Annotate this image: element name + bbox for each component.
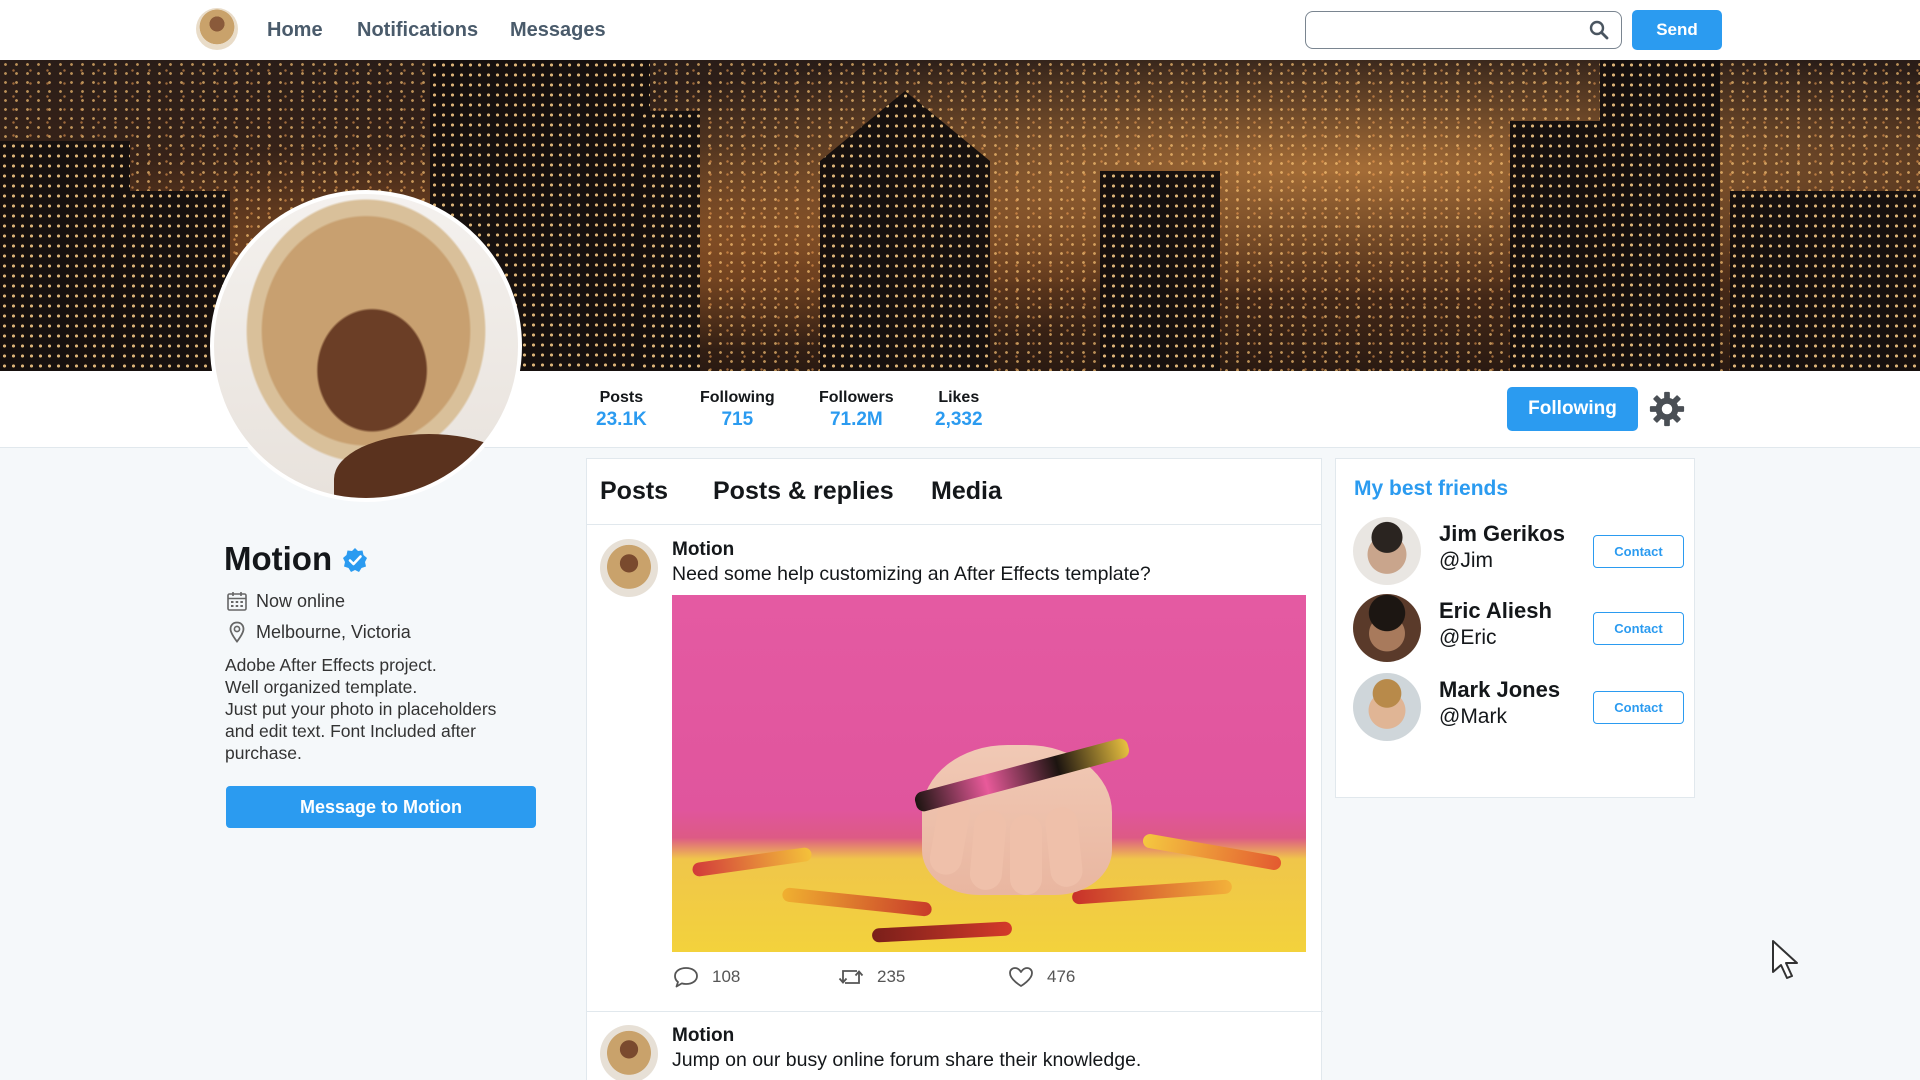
post-avatar[interactable] (600, 1025, 658, 1080)
post-text: Jump on our busy online forum share thei… (672, 1049, 1142, 1071)
nav-link-notifications[interactable]: Notifications (357, 19, 478, 42)
friend-handle: @Eric (1439, 626, 1497, 649)
heart-icon (1009, 967, 1033, 987)
feed-tabs: Posts Posts & replies Media (587, 459, 1321, 525)
friend-name[interactable]: Mark Jones (1439, 677, 1560, 703)
following-button[interactable]: Following (1507, 387, 1638, 431)
tab-posts-replies[interactable]: Posts & replies (713, 477, 894, 506)
stat-followers[interactable]: Followers 71.2M (819, 389, 894, 431)
contact-button[interactable]: Contact (1593, 612, 1684, 645)
friends-title: My best friends (1354, 477, 1509, 500)
post: Motion Jump on our busy online forum sha… (587, 1011, 1323, 1080)
post-image[interactable] (672, 595, 1306, 952)
like-action[interactable]: 476 (1007, 965, 1075, 989)
friend-item: Jim Gerikos @Jim Contact (1353, 517, 1684, 587)
contact-button[interactable]: Contact (1593, 691, 1684, 724)
profile-photo[interactable] (210, 190, 522, 502)
friend-avatar[interactable] (1353, 517, 1421, 585)
post-text: Need some help customizing an After Effe… (672, 563, 1151, 585)
nav-link-messages[interactable]: Messages (510, 19, 606, 42)
contact-button[interactable]: Contact (1593, 535, 1684, 568)
gummy-worm (1071, 879, 1233, 905)
friend-avatar[interactable] (1353, 673, 1421, 741)
repost-action[interactable]: 235 (837, 965, 905, 989)
message-button[interactable]: Message to Motion (226, 786, 536, 828)
gummy-worm (781, 887, 933, 917)
nav-link-home[interactable]: Home (267, 19, 323, 42)
send-button[interactable]: Send (1632, 10, 1722, 50)
search-input[interactable] (1316, 18, 1576, 42)
building (640, 111, 700, 371)
calendar-icon (227, 592, 247, 611)
friend-avatar[interactable] (1353, 594, 1421, 662)
friend-name[interactable]: Jim Gerikos (1439, 521, 1565, 547)
building (0, 141, 130, 371)
post-author[interactable]: Motion (672, 539, 734, 561)
like-count: 476 (1047, 967, 1076, 986)
comment-count: 108 (712, 967, 741, 986)
comment-icon (674, 967, 698, 988)
mouse-cursor-icon (1772, 940, 1798, 979)
stat-label: Followers (819, 389, 894, 406)
gear-icon[interactable] (1648, 390, 1686, 428)
gummy-worm (871, 921, 1013, 943)
stat-label: Posts (599, 389, 644, 406)
friend-handle: @Jim (1439, 549, 1493, 572)
search-box[interactable] (1305, 11, 1622, 49)
stat-value: 2,332 (935, 409, 983, 430)
repost-count: 235 (877, 967, 906, 986)
profile-name: Motion (224, 540, 333, 577)
friend-handle: @Mark (1439, 705, 1507, 728)
stat-value: 71.2M (829, 409, 883, 430)
best-friends-panel: My best friends Jim Gerikos @Jim Contact… (1335, 458, 1695, 798)
stat-label: Following (700, 389, 775, 406)
status-text: Now online (256, 590, 346, 611)
stat-value: 715 (721, 409, 754, 430)
tab-posts[interactable]: Posts (600, 477, 668, 506)
gummy-worm (691, 846, 813, 878)
verified-badge-icon (343, 548, 367, 572)
stat-value: 23.1K (596, 409, 647, 430)
search-icon[interactable] (1589, 20, 1609, 40)
building (1600, 60, 1720, 371)
friend-name[interactable]: Eric Aliesh (1439, 598, 1552, 624)
post: Motion Need some help customizing an Aft… (587, 525, 1323, 1011)
stat-following[interactable]: Following 715 (700, 389, 775, 431)
gummy-worm (1141, 832, 1283, 872)
comment-action[interactable]: 108 (672, 965, 740, 989)
location-pin-icon (229, 621, 245, 643)
post-avatar[interactable] (600, 539, 658, 597)
stat-label: Likes (938, 389, 980, 406)
profile-bio: Adobe After Effects project. Well organi… (225, 655, 497, 763)
finger (1010, 815, 1042, 895)
stat-posts[interactable]: Posts 23.1K (596, 389, 647, 431)
top-navbar: Home Notifications Messages Send (0, 0, 1920, 60)
building (1730, 191, 1920, 371)
post-author[interactable]: Motion (672, 1025, 734, 1047)
building (1100, 171, 1220, 371)
tab-media[interactable]: Media (931, 477, 1002, 506)
location-row: Melbourne, Victoria (226, 621, 411, 643)
stat-likes[interactable]: Likes 2,332 (935, 389, 983, 431)
nav-avatar[interactable] (196, 8, 238, 50)
location-text: Melbourne, Victoria (256, 621, 411, 642)
feed-panel: Posts Posts & replies Media Motion Need … (586, 458, 1323, 1080)
friend-item: Eric Aliesh @Eric Contact (1353, 594, 1684, 664)
status-row: Now online (226, 590, 345, 612)
friend-item: Mark Jones @Mark Contact (1353, 673, 1684, 743)
repost-icon (838, 970, 864, 984)
